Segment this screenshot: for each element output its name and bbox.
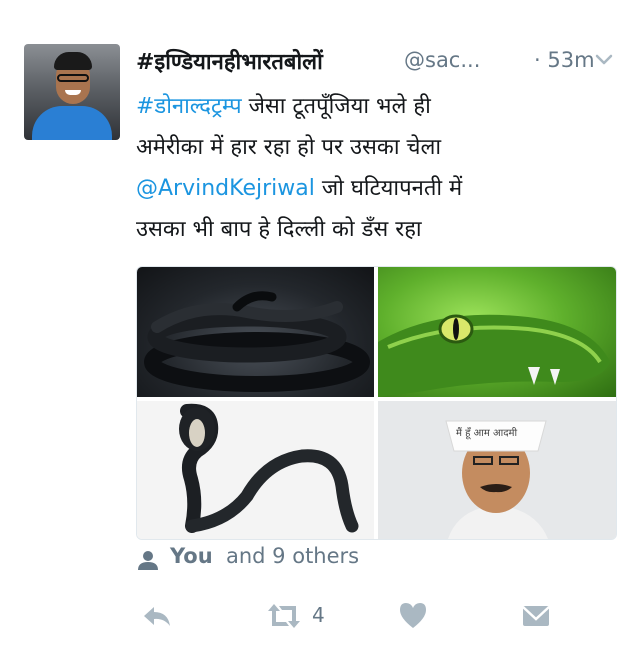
tweet-actions: 4 — [136, 598, 616, 634]
coiled-snake-image — [144, 291, 370, 392]
cap-text: मैं हूँ आम आदमी — [456, 428, 518, 439]
caret-down-icon[interactable] — [594, 52, 614, 68]
heart-icon[interactable] — [398, 598, 428, 634]
avatar-glasses — [57, 74, 89, 82]
person-portrait-image — [378, 401, 616, 539]
hashtag-link[interactable]: #डोनाल्दट्रम्प — [136, 94, 242, 119]
tweet-header: #इण्डियानहीभारतबोलों @sac... · 53m — [136, 46, 626, 76]
retweet-icon[interactable] — [264, 598, 304, 634]
tweet-line-3: @ArvindKejriwal जो घटियापनती में — [136, 168, 616, 209]
green-snake-image — [378, 314, 610, 397]
avatar-smile — [65, 90, 81, 95]
tweet-line-2: अमेरीका में हार रहा हो पर उसका चेला — [136, 135, 442, 160]
avatar-hair — [54, 52, 92, 70]
avatar-shirt — [32, 106, 112, 140]
mention-link[interactable]: @ArvindKejriwal — [136, 176, 315, 201]
social-context-others: and 9 others — [226, 544, 360, 568]
tweet-timestamp[interactable]: · 53m — [534, 48, 595, 72]
direct-message-icon[interactable] — [520, 598, 552, 634]
avatar[interactable] — [24, 44, 120, 140]
tweet-line-3-text: जो घटियापनती में — [314, 176, 463, 201]
reply-icon[interactable] — [140, 598, 174, 634]
tweet-line-1: #डोनाल्दट्रम्प जेसा टूतपूँजिया भले ही — [136, 86, 616, 127]
tweet-line-4: उसका भी बाप हे दिल्ली को डँस रहा — [136, 217, 422, 242]
media-person-cap[interactable]: मैं हूँ आम आदमी — [378, 401, 616, 539]
cobra-image — [179, 403, 359, 533]
media-snake-green[interactable] — [378, 267, 616, 397]
media-cobra[interactable] — [137, 401, 374, 539]
retweet-count: 4 — [312, 603, 325, 627]
tweet-text: #डोनाल्दट्रम्प जेसा टूतपूँजिया भले ही अम… — [136, 86, 616, 250]
social-context-you: You — [170, 544, 213, 568]
author-name[interactable]: #इण्डियानहीभारतबोलों — [136, 46, 323, 76]
author-handle[interactable]: @sac... — [404, 48, 480, 72]
person-icon — [138, 551, 158, 570]
media-grid[interactable]: मैं हूँ आम आदमी — [136, 266, 617, 540]
tweet[interactable]: #इण्डियानहीभारतबोलों @sac... · 53m #डोना… — [0, 0, 635, 667]
media-snake-coiled[interactable] — [137, 267, 374, 397]
tweet-line-1-text: जेसा टूतपूँजिया भले ही — [241, 94, 431, 119]
